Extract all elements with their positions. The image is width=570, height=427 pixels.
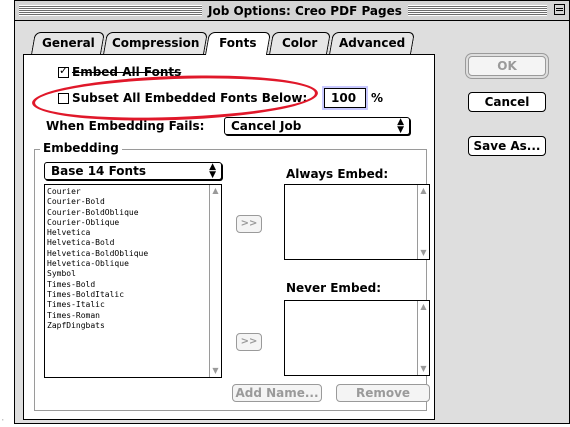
always-embed-scrollbar[interactable]: ▲ ▼	[417, 185, 429, 259]
tab-color-label: Color	[282, 36, 318, 50]
font-source-value: Base 14 Fonts	[51, 164, 146, 178]
list-item[interactable]: ZapfDingbats	[47, 321, 148, 331]
save-as-button[interactable]: Save As...	[468, 136, 546, 156]
list-item[interactable]: Helvetica-Bold	[47, 238, 148, 248]
tab-color[interactable]: Color	[269, 32, 331, 54]
cancel-button[interactable]: Cancel	[468, 92, 546, 112]
list-item[interactable]: Courier-Oblique	[47, 218, 148, 228]
tab-compression[interactable]: Compression	[103, 32, 208, 54]
scroll-up-arrow-icon[interactable]: ▲	[210, 185, 221, 197]
scroll-up-arrow-icon[interactable]: ▲	[418, 185, 429, 197]
never-embed-list[interactable]: ▲ ▼	[284, 300, 430, 376]
tab-advanced[interactable]: Advanced	[329, 32, 415, 54]
list-item[interactable]: Symbol	[47, 269, 148, 279]
ok-button[interactable]: OK	[468, 56, 546, 76]
tab-fonts-label: Fonts	[219, 36, 257, 50]
title-bar[interactable]: Job Options: Creo PDF Pages	[15, 1, 569, 21]
title-bar-stripes-left	[19, 5, 202, 16]
corner-mark-icon: ⋅	[2, 417, 4, 424]
list-item[interactable]: Courier-BoldOblique	[47, 208, 148, 218]
list-item[interactable]: Helvetica	[47, 228, 148, 238]
list-item[interactable]: Times-BoldItalic	[47, 290, 148, 300]
tab-advanced-label: Advanced	[338, 36, 406, 50]
list-item[interactable]: Courier	[47, 187, 148, 197]
list-item[interactable]: Times-Bold	[47, 280, 148, 290]
popup-arrows-icon: ▲ ▼	[209, 162, 216, 180]
font-list[interactable]: Courier Courier-Bold Courier-BoldOblique…	[44, 184, 222, 378]
percent-unit-label: %	[371, 91, 384, 105]
subset-threshold-input[interactable]: 100	[324, 88, 366, 108]
never-embed-label: Never Embed:	[286, 281, 382, 295]
when-embedding-fails-value: Cancel Job	[231, 119, 302, 133]
font-list-scrollbar[interactable]: ▲ ▼	[209, 185, 221, 377]
embed-all-fonts-checkbox[interactable]: ✓	[58, 64, 69, 78]
list-item[interactable]: Helvetica-BoldOblique	[47, 249, 148, 259]
collapse-box-icon[interactable]	[554, 4, 565, 15]
list-item[interactable]: Helvetica-Oblique	[47, 259, 148, 269]
when-embedding-fails-label: When Embedding Fails:	[46, 119, 205, 133]
add-to-always-embed-button[interactable]: >>	[236, 215, 262, 233]
tab-compression-label: Compression	[111, 36, 200, 50]
check-icon: ✓	[59, 64, 69, 77]
tab-general[interactable]: General	[31, 32, 105, 54]
when-embedding-fails-popup[interactable]: Cancel Job ▲ ▼	[224, 117, 410, 135]
font-source-popup[interactable]: Base 14 Fonts ▲ ▼	[44, 162, 222, 180]
always-embed-label: Always Embed:	[286, 167, 389, 181]
popup-arrows-icon: ▲ ▼	[397, 117, 404, 135]
add-to-never-embed-button[interactable]: >>	[236, 333, 262, 351]
list-item[interactable]: Times-Italic	[47, 300, 148, 310]
list-item[interactable]: Courier-Bold	[47, 197, 148, 207]
remove-button[interactable]: Remove	[336, 384, 430, 402]
scroll-up-arrow-icon[interactable]: ▲	[418, 301, 429, 313]
tab-general-label: General	[41, 36, 95, 50]
font-list-items: Courier Courier-Bold Courier-BoldOblique…	[47, 187, 148, 331]
add-name-button[interactable]: Add Name...	[232, 384, 322, 402]
scroll-down-arrow-icon[interactable]: ▼	[418, 363, 429, 375]
list-item[interactable]: Times-Roman	[47, 311, 148, 321]
tab-fonts[interactable]: Fonts	[204, 32, 272, 55]
window-title: Job Options: Creo PDF Pages	[202, 3, 408, 19]
scroll-down-arrow-icon[interactable]: ▼	[418, 247, 429, 259]
always-embed-list[interactable]: ▲ ▼	[284, 184, 430, 260]
embedding-group-title: Embedding	[40, 141, 122, 155]
never-embed-scrollbar[interactable]: ▲ ▼	[417, 301, 429, 375]
scroll-down-arrow-icon[interactable]: ▼	[210, 365, 221, 377]
